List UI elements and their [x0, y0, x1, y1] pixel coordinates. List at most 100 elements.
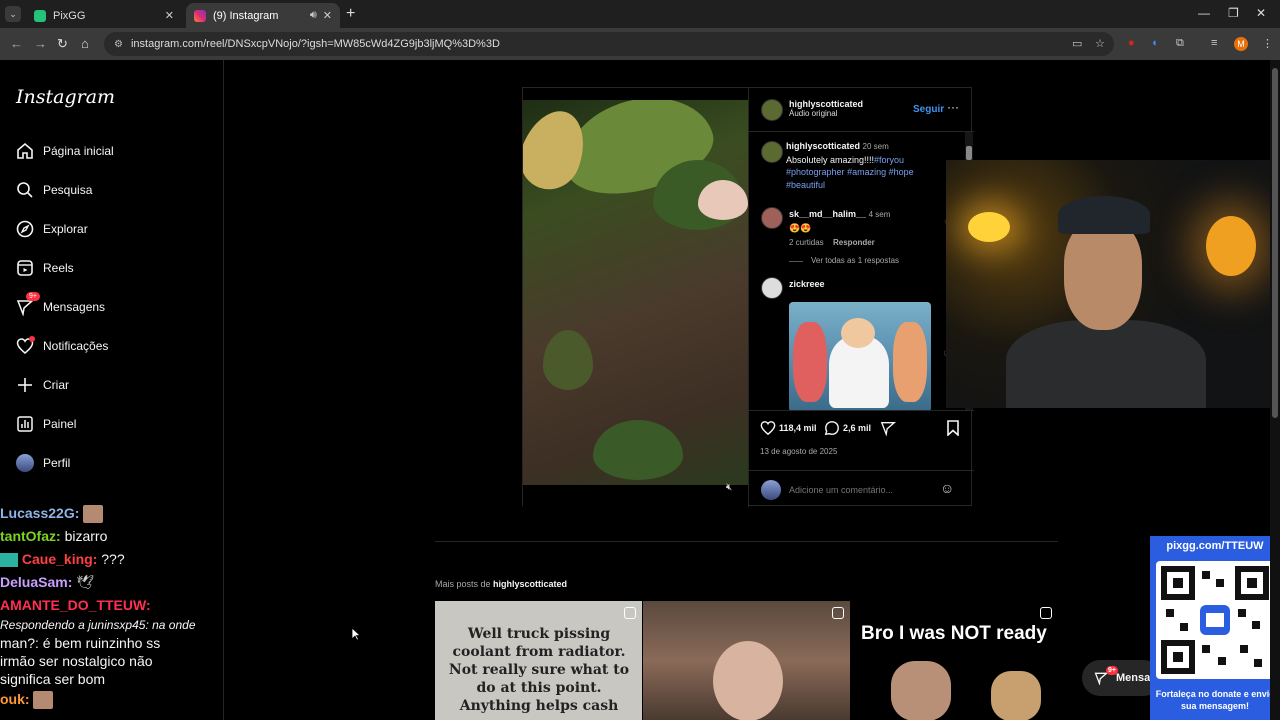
mute-icon[interactable]: 🔇︎	[726, 482, 732, 493]
emoji-icon[interactable]: ☺	[940, 480, 954, 496]
audio-label[interactable]: Áudio original	[789, 109, 863, 118]
reply-button[interactable]: Responder	[833, 238, 875, 247]
speaker-icon[interactable]: 🔊︎	[310, 9, 317, 22]
chat-username: ouk:	[0, 691, 30, 707]
donation-url: pixgg.com/TTEUW	[1166, 540, 1264, 552]
stream-chat-overlay: Lucass22G: tantOfaz: bizarro Caue_king: …	[0, 502, 224, 711]
caption-text: Absolutely amazing!!!!	[786, 154, 875, 165]
reel-icon	[624, 607, 636, 619]
author-avatar[interactable]	[761, 141, 783, 163]
comment-likes[interactable]: 2 curtidas	[789, 238, 824, 247]
new-tab-plus-icon[interactable]: +	[346, 5, 355, 23]
more-posts-author[interactable]: highlyscotticated	[493, 579, 567, 589]
close-tab-icon[interactable]: ✕	[165, 9, 174, 22]
sidebar-item-messages[interactable]: 9+ Mensagens	[16, 292, 106, 317]
extension-audio-icon[interactable]: ◖	[1151, 37, 1158, 49]
post-date: 13 de agosto de 2025	[760, 447, 838, 456]
forward-icon[interactable]: →	[34, 36, 47, 51]
follow-button[interactable]: Seguir	[913, 104, 944, 115]
more-options-icon[interactable]: ···	[947, 100, 959, 114]
donation-cta: Fortaleça no donate e envie sua mensagem…	[1155, 689, 1275, 711]
browser-menu-icon[interactable]: ⋮	[1262, 37, 1273, 50]
tab-pixgg[interactable]: PixGG ✕	[26, 3, 182, 28]
comment-icon[interactable]	[824, 420, 840, 441]
sidebar-item-label: Pesquisa	[43, 183, 93, 197]
hashtag[interactable]: #hope	[889, 167, 914, 177]
like-icon[interactable]	[760, 420, 776, 441]
messages-badge: 9+	[1106, 666, 1118, 675]
reload-icon[interactable]: ↻	[57, 36, 68, 52]
comment-gif-image[interactable]	[789, 302, 931, 410]
chat-username: AMANTE_DO_TTEUW:	[0, 597, 151, 613]
reel-video[interactable]: 🔇︎	[523, 88, 748, 507]
more-post-thumbnail[interactable]: Well truck pissing coolant from radiator…	[435, 601, 642, 720]
more-post-thumbnail[interactable]: Bro I was NOT ready	[851, 601, 1058, 720]
comment-time: 4 sem	[868, 210, 891, 219]
extension-record-icon[interactable]: ●	[1128, 37, 1135, 49]
extensions-puzzle-icon[interactable]: ⧉	[1176, 37, 1184, 50]
qr-code-image	[1156, 561, 1274, 679]
sidebar-item-label: Mensagens	[43, 300, 106, 314]
home-icon[interactable]: ⌂	[81, 36, 89, 51]
share-icon[interactable]	[880, 420, 896, 441]
close-tab-icon[interactable]: ✕	[323, 9, 332, 22]
mouse-cursor-icon	[351, 627, 361, 641]
restore-icon[interactable]: ❐	[1228, 6, 1239, 20]
post-details: highlyscotticated Áudio original Seguir …	[748, 88, 974, 507]
hashtag[interactable]: #photographer	[786, 167, 845, 177]
sidebar-item-notifications[interactable]: Notificações	[16, 336, 108, 355]
sidebar-item-profile[interactable]: Perfil	[16, 454, 70, 472]
page-scrollbar[interactable]	[1270, 60, 1280, 720]
minimize-icon[interactable]: —	[1198, 6, 1210, 20]
comments-count[interactable]: 2,6 mil	[843, 423, 871, 433]
hashtag[interactable]: #foryou	[874, 155, 904, 165]
bookmark-star-icon[interactable]: ☆	[1095, 37, 1105, 50]
media-controls-icon[interactable]: ≡	[1211, 37, 1217, 49]
add-comment-input[interactable]	[789, 481, 929, 499]
sidebar-item-label: Criar	[43, 378, 69, 392]
author-avatar[interactable]	[761, 99, 783, 121]
site-info-icon[interactable]: ⚙	[114, 39, 123, 50]
sidebar-item-label: Página inicial	[43, 144, 114, 158]
post-header: highlyscotticated Áudio original Seguir …	[749, 88, 974, 132]
sidebar-item-label: Painel	[43, 417, 77, 431]
view-replies-link[interactable]: Ver todas as 1 respostas	[811, 256, 899, 265]
close-window-icon[interactable]: ✕	[1256, 6, 1266, 20]
tab-search-dropdown[interactable]: ⌄	[5, 6, 21, 22]
caption-username[interactable]: highlyscotticated	[786, 141, 860, 151]
profile-avatar[interactable]: M	[1234, 37, 1248, 51]
address-bar[interactable]: ⚙ instagram.com/reel/DNSxcpVNojo/?igsh=M…	[104, 32, 1114, 56]
comment-username[interactable]: sk__md__halim__	[789, 209, 866, 219]
plus-icon	[16, 376, 34, 394]
comment-username[interactable]: zickreee	[789, 279, 825, 289]
instagram-logo[interactable]: Instagram	[16, 86, 115, 108]
pixgg-favicon-icon	[34, 9, 46, 22]
author-username[interactable]: highlyscotticated	[789, 99, 863, 109]
commenter-avatar[interactable]	[761, 277, 783, 299]
more-posts-prefix: Mais posts de	[435, 579, 491, 589]
browser-tabbar: ⌄ PixGG ✕ (9) Instagram 🔊︎ ✕ + — ❐ ✕	[0, 0, 1280, 28]
sidebar-item-explore[interactable]: Explorar	[16, 220, 88, 238]
search-icon	[16, 181, 34, 199]
hashtag[interactable]: #beautiful	[786, 180, 825, 190]
sidebar-item-search[interactable]: Pesquisa	[16, 181, 92, 199]
more-post-thumbnail[interactable]	[643, 601, 850, 720]
comment: zickreee	[789, 278, 825, 291]
chat-reply-text: Respondendo a juninsxp45: na onde	[0, 618, 196, 632]
messages-badge: 9+	[26, 292, 40, 301]
tab-instagram[interactable]: (9) Instagram 🔊︎ ✕	[186, 3, 340, 28]
emote-icon: 🕊︎	[76, 574, 95, 590]
sidebar-item-create[interactable]: Criar	[16, 376, 69, 394]
cast-icon[interactable]: ▭	[1072, 37, 1082, 50]
save-bookmark-icon[interactable]	[946, 420, 960, 441]
sidebar-item-dashboard[interactable]: Painel	[16, 415, 76, 433]
hashtag[interactable]: #amazing	[847, 167, 886, 177]
avatar-icon	[16, 454, 34, 472]
sidebar-item-reels[interactable]: Reels	[16, 259, 74, 277]
streamer-webcam	[946, 160, 1280, 408]
likes-count[interactable]: 118,4 mil	[779, 423, 817, 433]
commenter-avatar[interactable]	[761, 207, 783, 229]
sidebar-item-home[interactable]: Página inicial	[16, 142, 114, 160]
back-icon[interactable]: ←	[10, 36, 23, 51]
reel-post: 🔇︎ highlyscotticated Áudio original Segu…	[522, 87, 974, 507]
